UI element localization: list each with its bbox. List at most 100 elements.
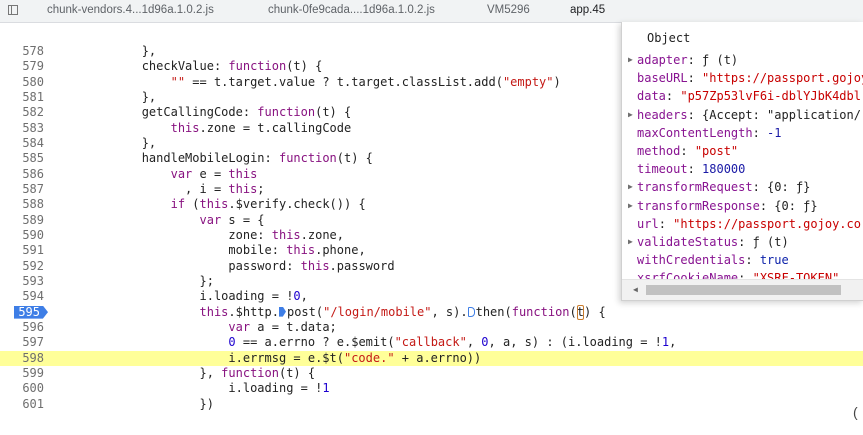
property-key: headers [637,107,688,122]
line-number[interactable]: 582 [0,105,44,120]
popover-horizontal-scrollbar[interactable]: ◀ [622,279,863,300]
line-number[interactable]: 592 [0,259,44,274]
line-number[interactable]: 600 [0,381,44,396]
line-number[interactable]: 580 [0,75,44,90]
property-value: true [759,253,789,268]
object-preview-popover: Object ▶ adapter: ƒ (t) baseURL: "https://… [621,22,863,301]
property-separator: : [687,162,703,177]
expand-triangle-icon[interactable]: ▶ [628,197,633,215]
code-text: zone: this.zone, [55,227,345,242]
property-separator: : [665,89,681,104]
file-tab-vm5296[interactable]: VM5296 [487,3,530,17]
line-number[interactable]: 583 [0,121,44,136]
line-number[interactable]: 594 [0,289,44,304]
code-text: checkValue: function(t) { [55,59,323,74]
code-line: 597 0 == a.errno ? e.$emit("callback", 0… [0,335,863,350]
line-number-text: 583 [22,120,44,135]
code-text: var a = t.data; [228,319,337,334]
property-separator: : [745,253,760,268]
line-number[interactable]: 589 [0,213,44,228]
line-number-text: 588 [22,197,44,212]
line-number-text: 596 [22,319,44,334]
object-property-row[interactable]: ▶ adapter: ƒ (t) [628,51,863,69]
line-number[interactable]: 598 [0,351,44,366]
file-tab-chunk-vendors[interactable]: chunk-vendors.4...1d96a.1.0.2.js [47,3,214,17]
code-text: , i = this; [55,181,265,196]
line-number[interactable]: 591 [0,243,44,258]
edge-glyph: ( [853,404,858,420]
inline-breakpoint-icon[interactable] [467,306,475,317]
expand-triangle-icon[interactable]: ▶ [628,51,633,69]
line-number[interactable]: 596 [0,320,44,335]
line-number-text: 584 [22,135,44,150]
hovered-variable[interactable]: t [576,304,584,320]
property-value: ƒ (t) [752,234,789,249]
code-line: 599 }, function(t) { [0,366,863,381]
line-number[interactable]: 599 [0,366,44,381]
code-text: if (this.$verify.check()) { [170,197,366,212]
line-number-text: 587 [22,181,44,196]
line-number[interactable]: 593 [0,274,44,289]
code-text: "" == t.target.value ? t.target.classLis… [170,74,561,89]
property-separator: : [738,234,753,249]
object-property-row[interactable]: ▶ transformResponse: {0: ƒ} [628,197,863,215]
line-number[interactable]: 585 [0,151,44,166]
property-key: data [637,89,666,104]
code-text: i.errmsg = e.$t("code." + a.errno)) [55,350,482,365]
line-number[interactable]: 586 [0,167,44,182]
line-number-text: 592 [22,258,44,273]
expand-triangle-icon[interactable]: ▶ [628,233,633,251]
file-tab-app[interactable]: app.45 [570,3,605,17]
property-separator: : [687,71,703,86]
object-property-row[interactable]: ▶ validateStatus: ƒ (t) [628,233,863,251]
object-property-row[interactable]: ▶ transformRequest: {0: ƒ} [628,178,863,196]
code-line: 596 var a = t.data; [0,320,863,335]
file-tab-chunk-0fe9cada[interactable]: chunk-0fe9cada....1d96a.1.0.2.js [268,3,435,17]
line-number[interactable]: 584 [0,136,44,151]
code-line: 601 }) [0,397,863,412]
line-number-text: 595 [18,304,40,319]
code-line: 600 i.loading = !1 [0,381,863,396]
scroll-left-icon[interactable]: ◀ [633,285,638,294]
line-number[interactable]: 597 [0,335,44,350]
line-number[interactable]: 601 [0,397,44,412]
line-number-text: 594 [22,289,44,304]
property-value: "post" [694,143,739,158]
line-number[interactable]: 579 [0,59,44,74]
code-text: 0 == a.errno ? e.$emit("callback", 0, a,… [228,335,677,350]
line-number-text: 599 [22,365,44,380]
property-key: maxContentLength [637,125,753,140]
object-property-row: data: "p57Zp53lvF6i-dblYJbK4dbl [628,87,863,105]
property-value: "https://passport.gojoy [702,71,863,86]
line-number[interactable]: 578 [0,44,44,59]
code-text: var s = { [199,212,265,227]
line-number[interactable]: 587 [0,182,44,197]
property-value: "https://passport.gojoy.co [673,216,861,231]
inline-breakpoint-icon[interactable] [278,306,286,317]
property-key: transformResponse [637,198,760,213]
property-value: ƒ (t) [702,53,739,67]
line-number[interactable]: 588 [0,197,44,212]
expand-triangle-icon[interactable]: ▶ [628,178,633,196]
property-key: baseURL [637,71,688,86]
scrollbar-thumb[interactable] [646,285,841,295]
object-property-row[interactable]: ▶ headers: {Accept: "application/ [628,106,863,124]
property-value: {0: ƒ} [767,180,811,195]
property-separator: : [687,53,703,67]
line-number[interactable]: 590 [0,228,44,243]
object-property-row: timeout: 180000 [628,160,863,178]
property-key: method [637,143,681,158]
line-number-text: 579 [22,59,44,74]
property-key: url [637,216,659,231]
expand-triangle-icon[interactable]: ▶ [628,106,633,124]
code-text: }) [55,396,214,411]
toggle-navigator-icon[interactable] [8,5,18,15]
line-number[interactable]: 581 [0,90,44,105]
line-number-text: 580 [22,74,44,89]
file-tab-bar: chunk-vendors.4...1d96a.1.0.2.js chunk-0… [0,0,863,23]
line-number-text: 590 [22,227,44,242]
property-separator: : [687,107,703,122]
code-text: getCallingCode: function(t) { [55,105,352,120]
breakpoint-line-number[interactable]: 595 [0,305,44,320]
line-number-text: 597 [22,335,44,350]
